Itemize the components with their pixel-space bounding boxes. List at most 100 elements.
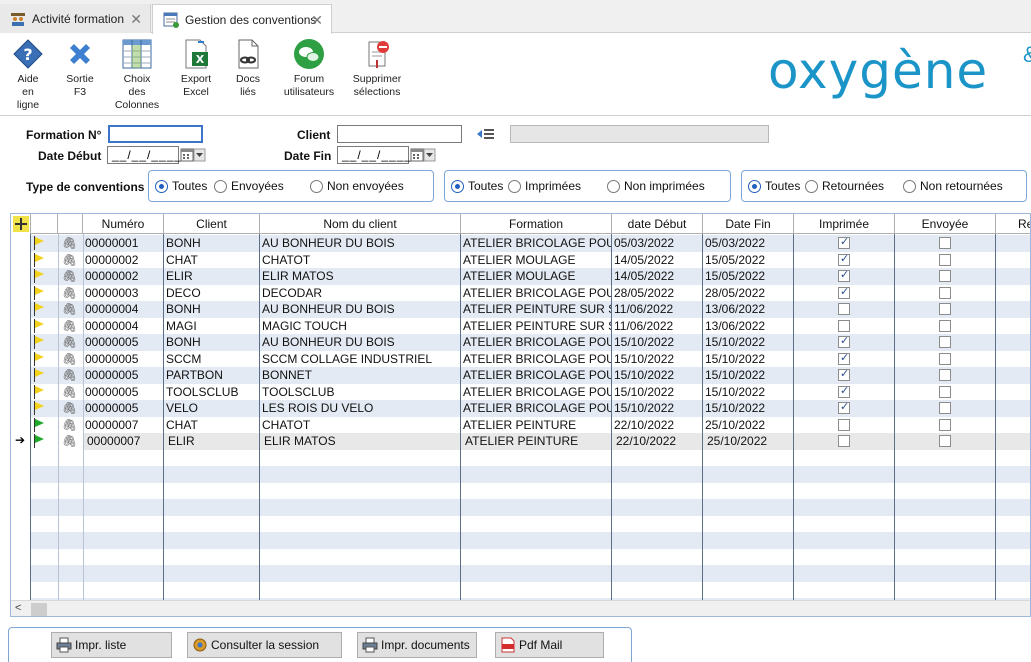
empty-row[interactable]: [11, 482, 1030, 499]
column-header-imprimee[interactable]: Imprimée: [794, 214, 895, 234]
envoyee-checkbox[interactable]: [939, 319, 951, 332]
column-header-date-fin[interactable]: Date Fin: [703, 214, 794, 234]
paperclip-icon[interactable]: 🖇: [62, 418, 77, 432]
paperclip-icon[interactable]: 🖇: [62, 269, 77, 283]
empty-row[interactable]: [11, 449, 1030, 466]
paperclip-icon[interactable]: 🖇: [62, 253, 77, 267]
envoyee-checkbox[interactable]: [939, 336, 951, 348]
table-row[interactable]: 🖇 00000004 BONH AU BONHEUR DU BOIS ATELIER P…: [11, 301, 1030, 318]
imprimee-checkbox[interactable]: [838, 418, 850, 431]
calendar-icon[interactable]: [180, 146, 206, 164]
empty-row[interactable]: [11, 548, 1030, 565]
radio-non-envoyees[interactable]: Non envoyées: [310, 179, 404, 193]
column-header-numero[interactable]: Numéro: [83, 214, 164, 234]
radio-toutes[interactable]: Toutes: [451, 179, 503, 193]
paperclip-icon[interactable]: 🖇: [62, 352, 77, 366]
paperclip-icon[interactable]: 🖇: [62, 401, 77, 415]
imprimee-checkbox[interactable]: [838, 351, 850, 365]
envoyee-checkbox[interactable]: [939, 237, 951, 249]
envoyee-checkbox[interactable]: [939, 435, 951, 447]
column-header-envoyee[interactable]: Envoyée: [895, 214, 996, 234]
date-debut-input[interactable]: __/__/____: [107, 146, 181, 164]
calendar-icon[interactable]: [410, 146, 436, 164]
forum-button[interactable]: Forum utilisateurs: [282, 38, 336, 99]
pdf-mail-button[interactable]: Pdf Mail: [495, 632, 604, 658]
table-row[interactable]: 🖇 00000002 ELIR ELIR MATOS ATELIER MOULAGE 14…: [11, 268, 1030, 285]
imprimee-checkbox[interactable]: [838, 400, 850, 414]
table-row[interactable]: 🖇 00000005 BONH AU BONHEUR DU BOIS ATELIER B…: [11, 334, 1030, 351]
table-row[interactable]: 🖇 00000002 CHAT CHATOT ATELIER MOULAGE 14/05/…: [11, 251, 1030, 268]
envoyee-checkbox[interactable]: [939, 385, 951, 398]
linked-docs-button[interactable]: Docs liés: [228, 38, 268, 99]
imprimee-checkbox[interactable]: [838, 268, 850, 282]
imprimee-checkbox[interactable]: [838, 435, 850, 447]
paperclip-icon[interactable]: 🖇: [62, 335, 77, 349]
envoyee-checkbox[interactable]: [939, 369, 951, 381]
column-header-formation[interactable]: Formation: [461, 214, 612, 234]
radio-non-imprimees[interactable]: Non imprimées: [607, 179, 705, 193]
column-header-client[interactable]: Client: [164, 214, 260, 234]
paperclip-icon[interactable]: 🖇: [62, 302, 77, 316]
table-row[interactable]: 🖇 00000005 SCCM SCCM COLLAGE INDUSTRIEL ATEL…: [11, 350, 1030, 367]
print-list-button[interactable]: Impr. liste: [51, 632, 172, 658]
radio-envoyees[interactable]: Envoyées: [214, 179, 284, 193]
scrollbar-thumb[interactable]: [31, 603, 47, 616]
paperclip-icon[interactable]: 🖇: [62, 236, 77, 250]
radio-toutes[interactable]: Toutes: [155, 179, 207, 193]
close-icon[interactable]: ✕: [130, 11, 142, 28]
envoyee-checkbox[interactable]: [939, 270, 951, 282]
empty-row[interactable]: [11, 466, 1030, 483]
imprimee-checkbox[interactable]: [838, 252, 850, 266]
empty-row[interactable]: [11, 532, 1030, 549]
close-icon[interactable]: ✕: [311, 12, 323, 29]
envoyee-checkbox[interactable]: [939, 418, 951, 431]
empty-row[interactable]: [11, 515, 1030, 532]
imprimee-checkbox[interactable]: [838, 334, 850, 348]
table-row[interactable]: 🖇 00000003 DECO DECODAR ATELIER BRICOLAGE PO…: [11, 284, 1030, 301]
scroll-left-icon[interactable]: <: [15, 602, 21, 614]
radio-imprimees[interactable]: Imprimées: [508, 179, 581, 193]
tab-activite-formation[interactable]: Activité formation ✕: [0, 4, 151, 33]
paperclip-icon[interactable]: 🖇: [62, 385, 77, 399]
envoyee-checkbox[interactable]: [939, 253, 951, 266]
empty-row[interactable]: [11, 499, 1030, 516]
paperclip-icon[interactable]: 🖇: [62, 434, 77, 448]
imprimee-checkbox[interactable]: [838, 367, 850, 381]
imprimee-checkbox[interactable]: [838, 384, 850, 398]
exit-button[interactable]: Sortie F3: [60, 38, 100, 99]
imprimee-checkbox[interactable]: [838, 235, 850, 249]
choose-columns-button[interactable]: Choix des Colonnes: [113, 38, 161, 112]
radio-toutes[interactable]: Toutes: [748, 179, 800, 193]
empty-row[interactable]: [11, 581, 1030, 598]
date-fin-input[interactable]: __/__/____: [337, 146, 411, 164]
imprimee-checkbox[interactable]: [838, 285, 850, 299]
envoyee-checkbox[interactable]: [939, 303, 951, 315]
paperclip-icon[interactable]: 🖇: [62, 286, 77, 300]
help-button[interactable]: ? Aide en ligne: [8, 38, 48, 112]
paperclip-icon[interactable]: 🖇: [62, 319, 77, 333]
client-lookup-icon[interactable]: [476, 127, 496, 144]
column-header-nom-client[interactable]: Nom du client: [260, 214, 461, 234]
table-row[interactable]: 🖇 00000005 PARTBON BONNET ATELIER BRICOLAGE …: [11, 367, 1030, 384]
paperclip-icon[interactable]: 🖇: [62, 368, 77, 382]
column-header-retournee[interactable]: Re: [996, 214, 1030, 234]
envoyee-checkbox[interactable]: [939, 286, 951, 299]
table-row[interactable]: 🖇 00000005 TOOLSCLUB TOOLSCLUB ATELIER BRICO…: [11, 383, 1030, 400]
formation-number-input[interactable]: [108, 125, 203, 143]
print-documents-button[interactable]: Impr. documents: [357, 632, 477, 658]
imprimee-checkbox[interactable]: [838, 303, 850, 315]
delete-selections-button[interactable]: Supprimer sélections: [350, 38, 404, 99]
tab-gestion-conventions[interactable]: Gestion des conventions ✕: [152, 4, 332, 34]
radio-non-retournees[interactable]: Non retournées: [903, 179, 1003, 193]
add-column-icon[interactable]: [11, 214, 31, 234]
table-row[interactable]: ➔ 🖇 00000007 ELIR ELIR MATOS ATELIER PEINTURE…: [11, 433, 1030, 450]
table-row[interactable]: 🖇 00000004 MAGI MAGIC TOUCH ATELIER PEINTURE…: [11, 317, 1030, 334]
export-excel-button[interactable]: X Export Excel: [176, 38, 216, 99]
table-row[interactable]: 🖇 00000007 CHAT CHATOT ATELIER PEINTURE 22/10…: [11, 416, 1030, 433]
empty-row[interactable]: [11, 565, 1030, 582]
table-row[interactable]: 🖇 00000005 VELO LES ROIS DU VELO ATELIER BRI…: [11, 400, 1030, 417]
envoyee-checkbox[interactable]: [939, 352, 951, 365]
consult-session-button[interactable]: Consulter la session: [187, 632, 342, 658]
horizontal-scrollbar[interactable]: <: [11, 600, 1030, 616]
radio-retournees[interactable]: Retournées: [805, 179, 884, 193]
